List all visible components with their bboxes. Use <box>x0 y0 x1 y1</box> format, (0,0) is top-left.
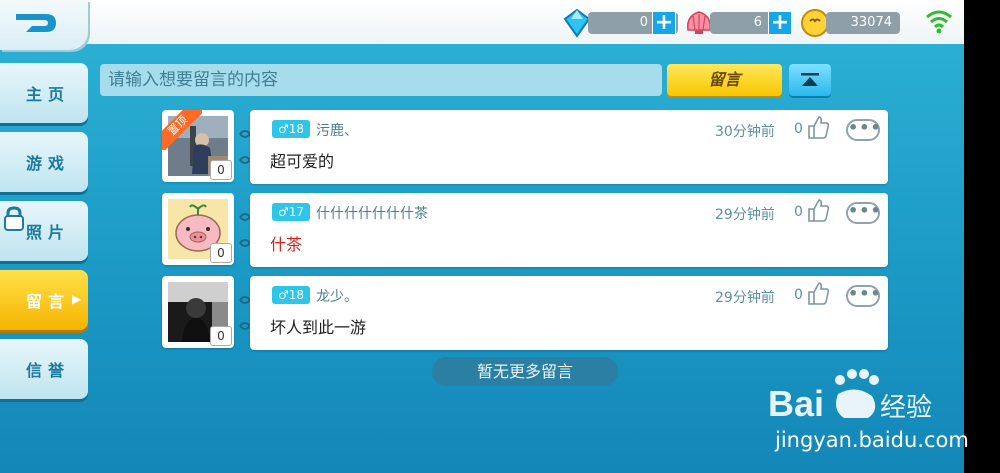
scroll-to-top-button[interactable] <box>789 64 831 96</box>
message-row: 置顶 0 ♂18 污鹿、 超可爱的 30分钟前 0 ••• <box>162 110 888 184</box>
add-shell-button[interactable]: + <box>768 11 792 35</box>
coin-count: 33074 <box>826 12 900 34</box>
username[interactable]: 污鹿、 <box>316 120 358 140</box>
gender-age-badge: ♂18 <box>272 120 310 138</box>
username[interactable]: 龙少。 <box>316 286 358 306</box>
sidebar-item-messages[interactable]: 留言 ▶ <box>0 270 88 330</box>
photo-count: 0 <box>210 160 232 180</box>
message-card: ♂18 污鹿、 超可爱的 30分钟前 0 ••• <box>250 110 888 184</box>
timestamp: 29分钟前 <box>715 207 775 223</box>
sidebar-item-label: 主页 <box>26 85 71 104</box>
sidebar-item-label: 照片 <box>26 223 71 242</box>
back-button[interactable] <box>0 0 88 50</box>
message-text: 超可爱的 <box>270 152 335 171</box>
add-diamond-button[interactable]: + <box>652 11 676 35</box>
thumbs-up-icon[interactable] <box>806 114 830 140</box>
message-card: ♂17 什什什什什什什茶 什茶 29分钟前 0 ••• <box>250 193 888 267</box>
message-row: 0 ♂18 龙少。 坏人到此一游 29分钟前 0 ••• <box>162 276 888 350</box>
more-options-button[interactable]: ••• <box>846 285 881 307</box>
gender-age-badge: ♂17 <box>272 203 310 221</box>
sidebar-item-games[interactable]: 游戏 <box>0 132 88 192</box>
message-card: ♂18 龙少。 坏人到此一游 29分钟前 0 ••• <box>250 276 888 350</box>
like-count: 0 <box>794 121 803 137</box>
timestamp: 30分钟前 <box>715 124 775 140</box>
wifi-icon <box>926 10 952 34</box>
screen-edge <box>964 0 1000 473</box>
photo-count: 0 <box>210 243 232 263</box>
avatar[interactable]: 0 <box>162 276 234 348</box>
svg-text:经验: 经验 <box>880 393 932 423</box>
gender-age-badge: ♂18 <box>272 286 310 304</box>
sidebar-item-label: 信誉 <box>26 361 71 380</box>
sidebar-item-label: 留言 <box>26 292 71 311</box>
post-message-button[interactable]: 留言 <box>667 64 782 96</box>
photo-count: 0 <box>210 326 232 346</box>
username[interactable]: 什什什什什什什茶 <box>316 203 428 223</box>
sidebar-item-label: 游戏 <box>26 154 71 173</box>
watermark-url: jingyan.baidu.com <box>775 428 969 452</box>
top-bar: 0 + 6 + 33074 <box>0 0 964 50</box>
message-input[interactable] <box>100 64 662 96</box>
svg-text:Bai: Bai <box>768 383 824 424</box>
message-text: 什茶 <box>270 235 303 254</box>
thumbs-up-icon[interactable] <box>806 280 830 306</box>
avatar[interactable]: 置顶 0 <box>162 110 234 182</box>
baidu-watermark-logo: Bai 经验 <box>768 369 932 424</box>
scroll-top-icon <box>801 73 819 86</box>
more-options-button[interactable]: ••• <box>846 119 881 141</box>
avatar[interactable]: 0 <box>162 193 234 265</box>
message-text: 坏人到此一游 <box>270 318 367 337</box>
timestamp: 29分钟前 <box>715 290 775 306</box>
active-arrow-icon: ▶ <box>72 292 82 306</box>
more-options-button[interactable]: ••• <box>846 202 881 224</box>
no-more-messages-label: 暂无更多留言 <box>432 357 618 386</box>
message-row: 0 ♂17 什什什什什什什茶 什茶 29分钟前 0 ••• <box>162 193 888 267</box>
like-count: 0 <box>794 287 803 303</box>
lock-icon <box>4 206 24 231</box>
sidebar-item-reputation[interactable]: 信誉 <box>0 339 88 399</box>
back-arrow-icon <box>16 14 56 32</box>
like-count: 0 <box>794 204 803 220</box>
thumbs-up-icon[interactable] <box>806 197 830 223</box>
pinned-ribbon: 置顶 <box>162 110 202 150</box>
sidebar-item-home[interactable]: 主页 <box>0 63 88 123</box>
